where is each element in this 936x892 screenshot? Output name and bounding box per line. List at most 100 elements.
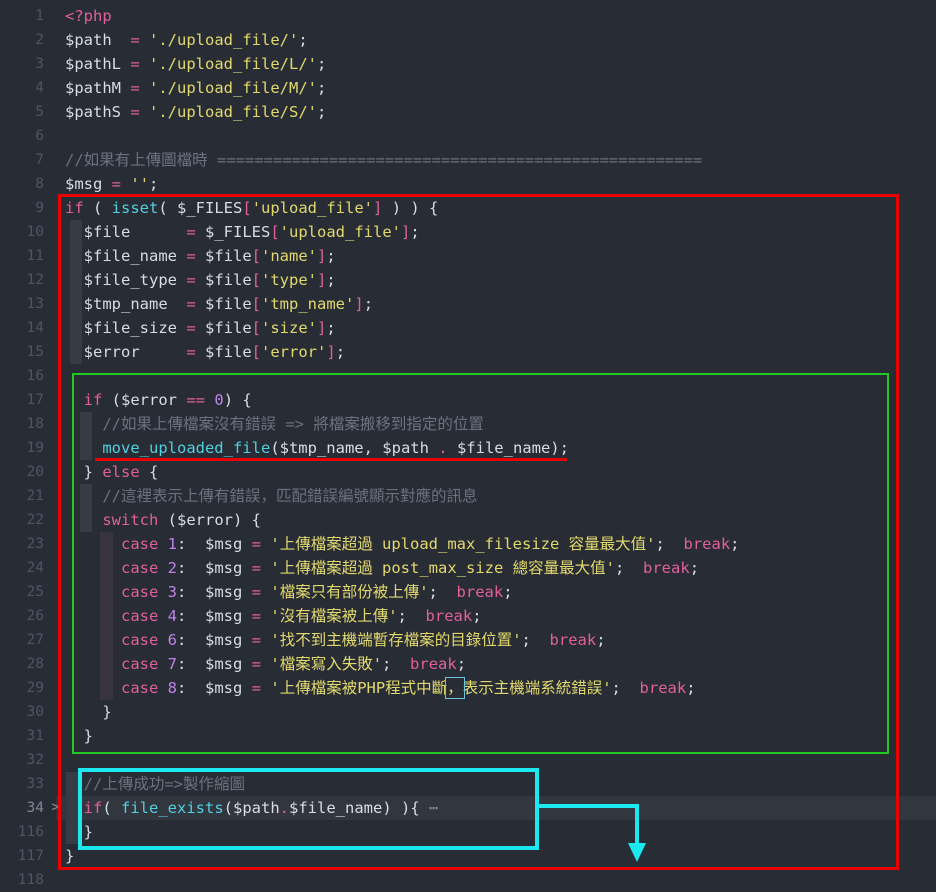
token-plain (158, 679, 167, 697)
code-line[interactable]: 6 (0, 124, 936, 148)
token-plain: $pathL (65, 55, 130, 73)
code-line[interactable]: 13 $tmp_name = $file['tmp_name']; (0, 292, 936, 316)
code-line[interactable]: 21 //這裡表示上傳有錯誤，匹配錯誤編號顯示對應的訊息 (0, 484, 936, 508)
code-text: case 6: $msg = '找不到主機端暫存檔案的目錄位置'; break; (65, 628, 606, 652)
code-line[interactable]: 32 (0, 748, 936, 772)
line-number: 117 (0, 844, 46, 868)
code-text: $file_name = $file['name']; (65, 244, 336, 268)
line-number: 32 (0, 748, 46, 772)
code-text: //如果上傳檔案沒有錯誤 => 將檔案搬移到指定的位置 (65, 412, 484, 436)
token-plain (140, 55, 149, 73)
code-line[interactable]: 23 case 1: $msg = '上傳檔案超過 upload_max_fil… (0, 532, 936, 556)
fold-chevron-slot (46, 556, 65, 580)
code-text: } (65, 820, 93, 844)
token-plain: $msg (65, 175, 112, 193)
code-line[interactable]: 7//如果有上傳圖檔時 ============================… (0, 148, 936, 172)
token-plain (140, 31, 149, 49)
token-string: '上傳檔案超過 upload_max_filesize 容量最大值' (270, 535, 655, 553)
token-string: 'size' (261, 319, 317, 337)
code-line[interactable]: 1<?php (0, 4, 936, 28)
code-line[interactable]: 4$pathM = './upload_file/M/'; (0, 76, 936, 100)
token-plain (261, 583, 270, 601)
code-line[interactable]: 26 case 4: $msg = '沒有檔案被上傳'; break; (0, 604, 936, 628)
code-line[interactable]: 29 case 8: $msg = '上傳檔案被PHP程式中斷，表示主機端系統錯… (0, 676, 936, 700)
token-plain: : $msg (177, 655, 252, 673)
token-plain: $path (65, 31, 130, 49)
code-line[interactable]: 24 case 2: $msg = '上傳檔案超過 post_max_size … (0, 556, 936, 580)
token-keyword: ] (317, 271, 326, 289)
code-line[interactable]: 15 $error = $file['error']; (0, 340, 936, 364)
fold-chevron-slot (46, 172, 65, 196)
code-line[interactable]: 12 $file_type = $file['type']; (0, 268, 936, 292)
code-line[interactable]: 25 case 3: $msg = '檔案只有部份被上傳'; break; (0, 580, 936, 604)
fold-chevron-slot (46, 868, 65, 892)
code-line[interactable]: 16 (0, 364, 936, 388)
token-plain: ; (336, 343, 345, 361)
code-line[interactable]: 3$pathL = './upload_file/L/'; (0, 52, 936, 76)
token-plain: $file_size (65, 319, 186, 337)
token-keyword: == (186, 391, 205, 409)
code-line[interactable]: 9if ( isset( $_FILES['upload_file'] ) ) … (0, 196, 936, 220)
code-line[interactable]: 28 case 7: $msg = '檔案寫入失敗'; break; (0, 652, 936, 676)
token-function: move_uploaded_file (102, 439, 270, 457)
token-plain (65, 655, 121, 673)
code-line[interactable]: 18 //如果上傳檔案沒有錯誤 => 將檔案搬移到指定的位置 (0, 412, 936, 436)
code-line[interactable]: 34> if( file_exists($path.$file_name) ){… (0, 796, 936, 820)
token-plain (261, 559, 270, 577)
code-line[interactable]: 118 (0, 868, 936, 892)
token-plain (65, 583, 121, 601)
token-keyword: = (252, 631, 261, 649)
code-line[interactable]: 33 //上傳成功=>製作縮圖 (0, 772, 936, 796)
line-number: 28 (0, 652, 46, 676)
token-string: './upload_file/S/' (149, 103, 317, 121)
fold-chevron-icon[interactable]: > (46, 796, 65, 820)
token-plain: $file (65, 223, 186, 241)
token-plain (140, 103, 149, 121)
token-keyword: = (186, 247, 195, 265)
code-line[interactable]: 10 $file = $_FILES['upload_file']; (0, 220, 936, 244)
fold-chevron-slot (46, 676, 65, 700)
code-line[interactable]: 116 } (0, 820, 936, 844)
token-plain: } (65, 703, 112, 721)
code-line[interactable]: 20 } else { (0, 460, 936, 484)
token-string: './upload_file/M/' (149, 79, 317, 97)
token-string: 'upload_file' (252, 199, 373, 217)
code-text: $msg = ''; (65, 172, 158, 196)
line-number: 7 (0, 148, 46, 172)
token-keyword: switch (102, 511, 158, 529)
token-plain (65, 679, 121, 697)
line-number: 17 (0, 388, 46, 412)
code-text: } (65, 724, 93, 748)
code-line[interactable]: 14 $file_size = $file['size']; (0, 316, 936, 340)
token-keyword: break (643, 559, 690, 577)
token-plain: ; (317, 103, 326, 121)
token-keyword: = (186, 343, 195, 361)
token-keyword: [ (252, 247, 261, 265)
fold-chevron-slot (46, 244, 65, 268)
code-line[interactable]: 27 case 6: $msg = '找不到主機端暫存檔案的目錄位置'; bre… (0, 628, 936, 652)
line-number: 21 (0, 484, 46, 508)
code-line[interactable]: 22 switch ($error) { (0, 508, 936, 532)
code-line[interactable]: 31 } (0, 724, 936, 748)
token-plain: $tmp_name (65, 295, 186, 313)
token-keyword: case (121, 679, 158, 697)
token-plain: $file_type (65, 271, 186, 289)
fold-chevron-slot (46, 388, 65, 412)
code-line[interactable]: 30 } (0, 700, 936, 724)
code-line[interactable]: 17 if ($error == 0) { (0, 388, 936, 412)
code-editor[interactable]: 1<?php2$path = './upload_file/';3$pathL … (0, 0, 936, 892)
code-line[interactable]: 8$msg = ''; (0, 172, 936, 196)
code-line[interactable]: 11 $file_name = $file['name']; (0, 244, 936, 268)
token-string: '上傳檔案超過 post_max_size 總容量最大值' (270, 559, 615, 577)
token-plain: ; (298, 31, 307, 49)
line-number: 20 (0, 460, 46, 484)
line-number: 3 (0, 52, 46, 76)
code-line[interactable]: 117} (0, 844, 936, 868)
code-text: move_uploaded_file($tmp_name, $path . $f… (65, 436, 569, 460)
code-line[interactable]: 5$pathS = './upload_file/S/'; (0, 100, 936, 124)
code-line[interactable]: 19 move_uploaded_file($tmp_name, $path .… (0, 436, 936, 460)
token-keyword: [ (252, 343, 261, 361)
code-line[interactable]: 2$path = './upload_file/'; (0, 28, 936, 52)
line-number: 22 (0, 508, 46, 532)
token-plain: ; (364, 295, 373, 313)
